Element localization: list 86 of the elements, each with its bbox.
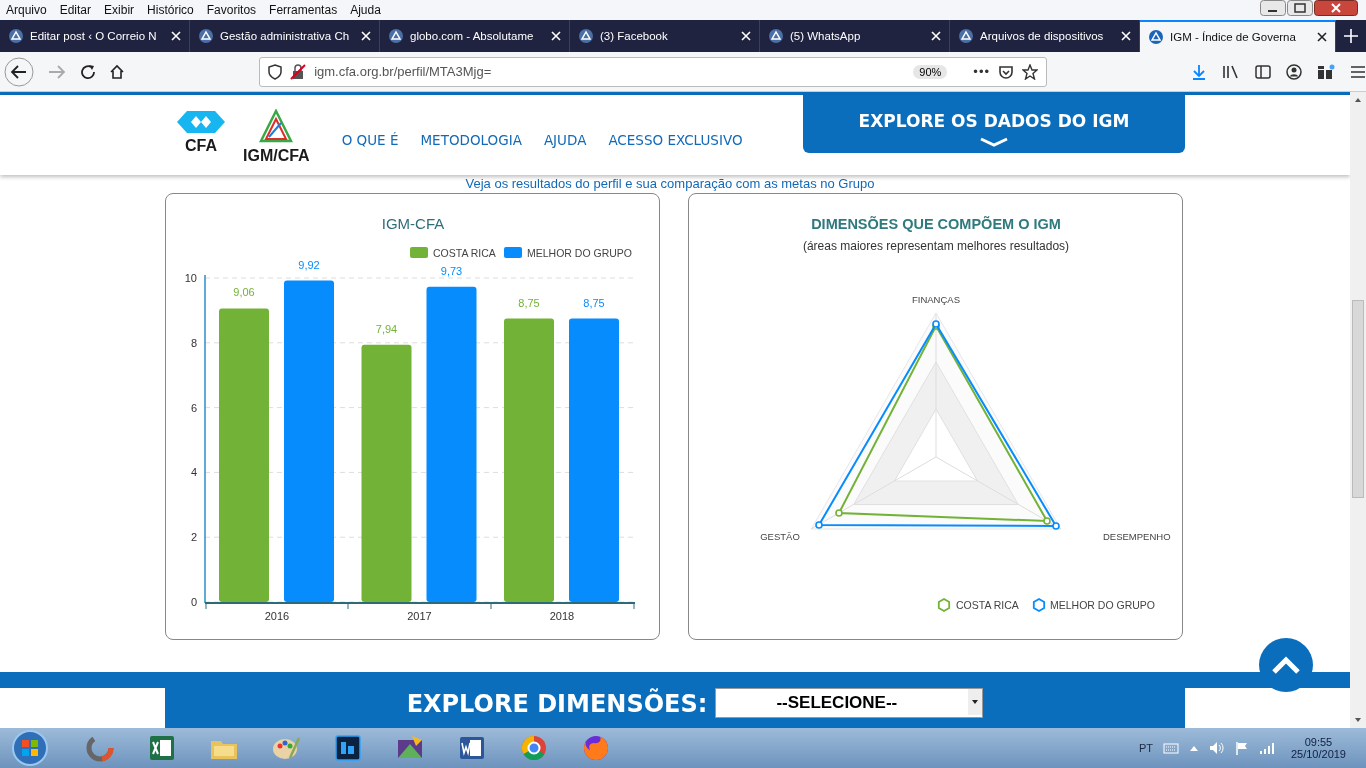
axis-tick-label: 0 (190, 596, 197, 608)
photo-editor-app-icon[interactable] (332, 732, 364, 764)
menu-item[interactable]: Favoritos (206, 3, 257, 17)
site-icon (1148, 29, 1164, 45)
menu-item[interactable]: Ajuda (350, 3, 381, 17)
sidebar-icon[interactable] (1255, 63, 1271, 80)
download-icon[interactable] (1191, 63, 1207, 80)
close-icon[interactable] (1317, 32, 1327, 42)
axis-label: FINANÇAS (912, 294, 960, 305)
pocket-icon[interactable] (998, 63, 1014, 80)
explore-dimensions-label: EXPLORE DIMENSÕES: (406, 690, 708, 718)
axis-tick-label: 8 (190, 336, 197, 349)
nav-link[interactable]: ACESSO EXCLUSIVO (608, 132, 743, 148)
legend-label: MELHOR DO GRUPO (1050, 599, 1155, 611)
reload-icon[interactable] (79, 63, 96, 80)
logo-text: IGM/CFA (243, 147, 310, 165)
axis-tick-label: 2016 (264, 610, 290, 622)
menu-item[interactable]: Exibir (104, 3, 135, 17)
scrollbar[interactable] (1350, 92, 1366, 728)
signal-icon[interactable] (1258, 742, 1275, 754)
legend-label: COSTA RICA (956, 599, 1019, 611)
menu-item[interactable]: Editar (59, 3, 92, 17)
site-icon (958, 28, 974, 44)
value-label: 8,75 (518, 296, 540, 309)
account-icon[interactable] (1286, 63, 1302, 80)
site-icon (578, 28, 594, 44)
explore-data-button[interactable]: EXPLORE OS DADOS DO IGM (803, 95, 1185, 153)
logo-text: CFA (185, 137, 217, 155)
library-icon[interactable] (1222, 63, 1240, 80)
close-icon[interactable] (1314, 0, 1358, 16)
chart-subtitle: (áreas maiores representam melhores resultados) (802, 239, 1070, 253)
triangle-logo-icon (259, 109, 294, 145)
nav-link[interactable]: AJUDA (543, 132, 587, 148)
minimize-icon[interactable] (1260, 0, 1286, 16)
extensions-icon[interactable] (1317, 63, 1335, 80)
menu-item[interactable]: Histórico (147, 3, 194, 17)
clock-time[interactable]: 09:55 (1304, 736, 1333, 748)
diamond-logo-icon (177, 109, 225, 135)
site-icon (388, 28, 404, 44)
chevron-up-icon (1271, 656, 1301, 674)
clock-date[interactable]: 25/10/2019 (1290, 748, 1346, 760)
legend-label: COSTA RICA (433, 247, 496, 259)
new-tab-icon[interactable] (1344, 29, 1358, 43)
zoom-level[interactable]: 90% (913, 64, 948, 79)
insecure-lock-icon[interactable] (290, 63, 307, 80)
axis-label: GESTÃO (760, 531, 800, 542)
home-icon[interactable] (109, 63, 126, 80)
value-label: 7,94 (375, 322, 398, 335)
language-indicator[interactable]: PT (1138, 742, 1153, 754)
site-icon (8, 28, 24, 44)
speaker-icon[interactable] (1208, 741, 1225, 755)
menu-icon[interactable] (1350, 64, 1366, 79)
dimension-select[interactable]: --SELECIONE-- (715, 688, 984, 718)
value-label: 8,75 (583, 296, 605, 309)
site-icon (768, 28, 784, 44)
value-label: 9,73 (440, 264, 463, 277)
menu-item[interactable]: Arquivo (6, 3, 47, 17)
address-bar[interactable]: igm.cfa.org.br/perfil/MTA3Mjg= 90% ••• (259, 56, 1047, 87)
shield-icon[interactable] (268, 63, 283, 80)
legend-label: MELHOR DO GRUPO (527, 247, 632, 259)
chart-title: IGM-CFA (381, 215, 445, 232)
page-actions-button[interactable]: ••• (973, 64, 990, 79)
maximize-icon[interactable] (1287, 0, 1313, 16)
start-button[interactable] (10, 728, 50, 768)
nav-link[interactable]: METODOLOGIA (420, 132, 522, 148)
site-icon (198, 28, 214, 44)
chart-title: DIMENSÕES QUE COMPÕEM O IGM (811, 216, 1061, 232)
flag-icon[interactable] (1234, 741, 1249, 755)
axis-tick-label: 2018 (549, 610, 575, 622)
value-label: 9,06 (233, 286, 255, 299)
axis-tick-label: 6 (190, 401, 197, 414)
value-label: 9,92 (298, 258, 320, 271)
axis-tick-label: 4 (190, 466, 197, 479)
browser-tab[interactable]: IGM - Índice de Governa (1140, 20, 1336, 52)
scroll-thumb[interactable] (1352, 300, 1364, 498)
back-icon[interactable] (4, 56, 34, 87)
chevron-down-icon (979, 136, 1009, 147)
show-hidden-icons-icon[interactable] (1188, 744, 1199, 752)
axis-tick-label: 10 (184, 272, 197, 284)
axis-label: DESEMPENHO (1103, 531, 1171, 542)
intro-text: Veja os resultados do perfil e sua comparação com as metas no Grupo (464, 175, 876, 193)
star-icon[interactable] (1022, 63, 1038, 80)
nav-link[interactable]: O QUE É (341, 132, 399, 148)
menu-item[interactable]: Ferramentas (269, 3, 338, 17)
axis-tick-label: 2017 (407, 610, 432, 622)
axis-tick-label: 2 (190, 531, 197, 544)
